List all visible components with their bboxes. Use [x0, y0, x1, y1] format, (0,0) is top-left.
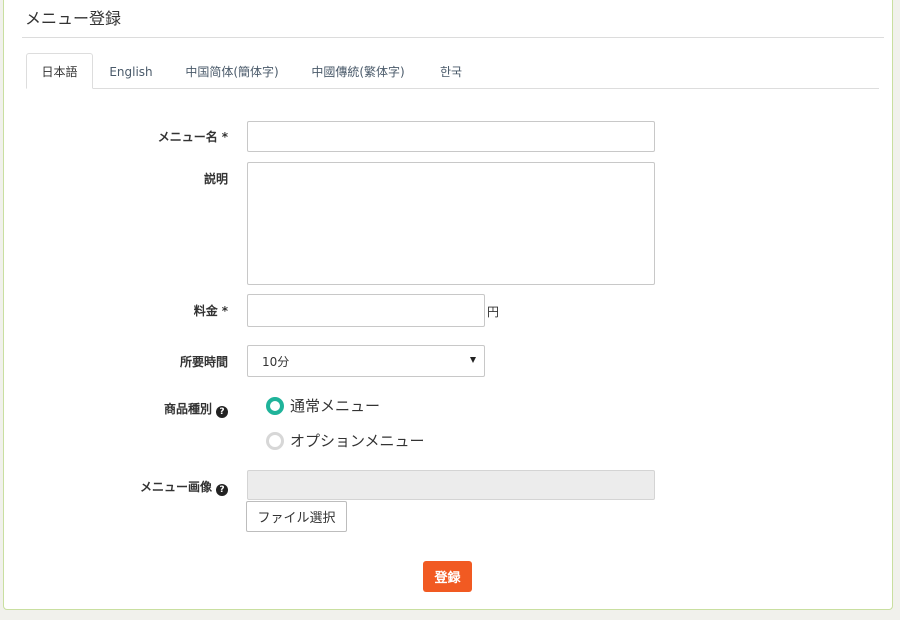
radio-normal-menu[interactable]: 通常メニュー — [266, 395, 380, 416]
title-divider — [22, 37, 884, 38]
menu-image-path-field — [247, 470, 655, 500]
menu-image-label-text: メニュー画像 — [139, 480, 212, 494]
file-select-button[interactable]: ファイル選択 — [246, 501, 347, 532]
chevron-down-icon — [470, 357, 476, 363]
form-panel: メニュー登録 日本語 English 中国简体(簡体字) 中國傳統(繁体字) 한… — [3, 0, 893, 610]
question-circle-icon[interactable]: ? — [216, 406, 228, 418]
tab-japanese[interactable]: 日本語 — [26, 53, 93, 89]
submit-button[interactable]: 登録 — [423, 561, 472, 592]
menu-name-input[interactable] — [247, 121, 655, 152]
required-mark: * — [221, 130, 228, 144]
duration-label: 所要時間 — [179, 355, 228, 369]
tab-korean[interactable]: 한국 — [421, 53, 481, 89]
radio-checked-icon[interactable] — [266, 396, 284, 415]
radio-option-menu-label: オプションメニュー — [290, 432, 425, 450]
tab-english[interactable]: English — [93, 53, 169, 89]
description-textarea[interactable] — [247, 162, 655, 285]
duration-select[interactable]: 10分 — [247, 345, 485, 377]
menu-name-label: メニュー名 * — [124, 128, 228, 145]
price-label: 料金 * — [124, 302, 228, 319]
language-tabs: 日本語 English 中国简体(簡体字) 中國傳統(繁体字) 한국 — [26, 53, 879, 89]
menu-image-label: メニュー画像? — [104, 478, 228, 496]
page-title: メニュー登録 — [25, 9, 122, 28]
price-label-text: 料金 — [193, 304, 218, 318]
tab-chinese-simplified[interactable]: 中国简体(簡体字) — [169, 53, 295, 89]
tab-chinese-traditional[interactable]: 中國傳統(繁体字) — [295, 53, 421, 89]
menu-name-label-text: メニュー名 — [157, 130, 218, 144]
product-type-label: 商品種別? — [124, 400, 228, 418]
price-unit: 円 — [487, 305, 500, 319]
price-input[interactable] — [247, 294, 485, 327]
description-label: 説明 — [203, 172, 228, 186]
radio-unchecked-icon[interactable] — [266, 431, 284, 450]
radio-normal-menu-label: 通常メニュー — [290, 397, 381, 415]
radio-option-menu[interactable]: オプションメニュー — [266, 430, 425, 451]
question-circle-icon[interactable]: ? — [216, 484, 228, 496]
product-type-label-text: 商品種別 — [163, 402, 212, 416]
required-mark: * — [221, 304, 228, 318]
duration-selected-value: 10分 — [262, 354, 290, 369]
